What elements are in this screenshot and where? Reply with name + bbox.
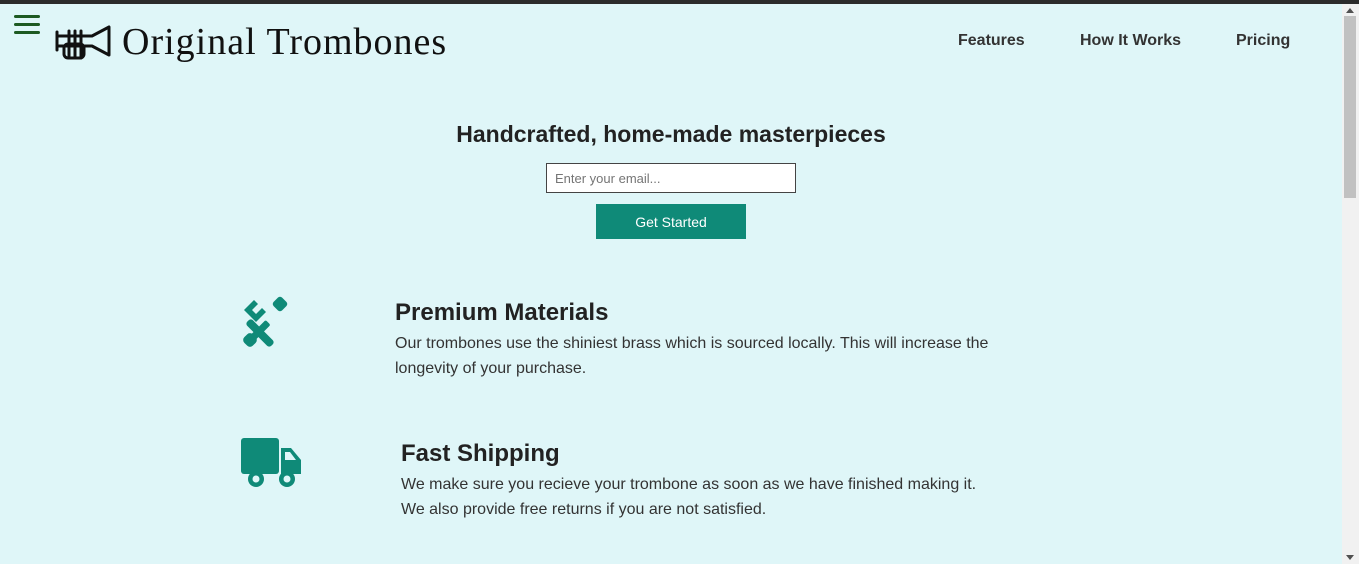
nav-link-how-it-works[interactable]: How It Works <box>1080 32 1181 50</box>
hero-headline: Handcrafted, home-made masterpieces <box>456 121 886 147</box>
vertical-scrollbar[interactable] <box>1342 4 1359 564</box>
brand-name: Original Trombones <box>122 21 448 63</box>
truck-icon <box>241 438 301 487</box>
nav-link-features[interactable]: Features <box>958 32 1025 50</box>
get-started-button[interactable]: Get Started <box>596 204 746 239</box>
feature-description-premium-materials: Our trombones use the shiniest brass whi… <box>395 335 989 377</box>
tools-icon <box>243 296 288 347</box>
feature-description-fast-shipping: We make sure you recieve your trombone a… <box>401 476 977 518</box>
nav-link-pricing[interactable]: Pricing <box>1236 32 1290 50</box>
scrollbar-thumb[interactable] <box>1344 16 1356 198</box>
feature-title-premium-materials: Premium Materials <box>395 299 609 326</box>
feature-title-fast-shipping: Fast Shipping <box>401 440 560 467</box>
trumpet-logo-icon[interactable] <box>54 22 112 62</box>
scroll-up-arrow-icon[interactable] <box>1346 8 1354 13</box>
hamburger-menu-icon[interactable] <box>14 15 40 39</box>
page: Original Trombones Features How It Works… <box>0 4 1342 564</box>
scroll-down-arrow-icon[interactable] <box>1346 555 1354 560</box>
email-input[interactable] <box>546 163 796 193</box>
